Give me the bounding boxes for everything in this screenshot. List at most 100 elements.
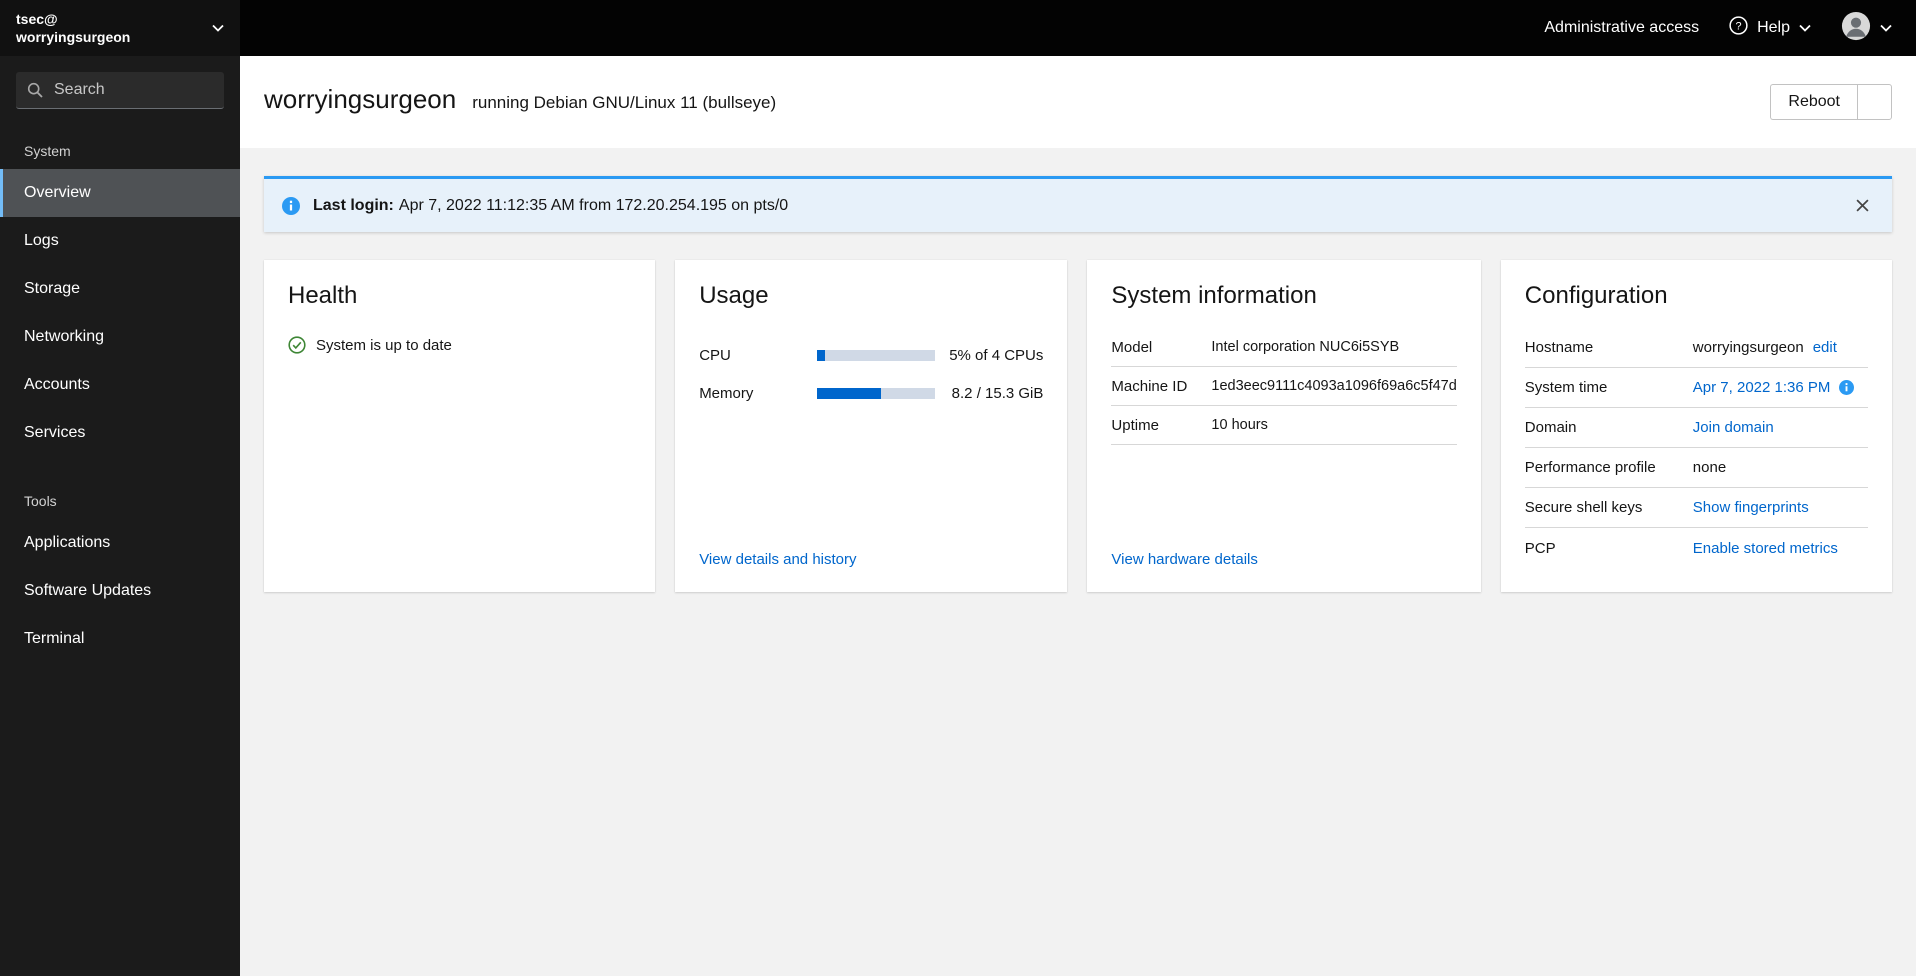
view-hardware-details-link[interactable]: View hardware details: [1111, 551, 1456, 568]
cpu-progress-fill: [817, 349, 826, 361]
chevron-down-icon: [1880, 24, 1892, 32]
sidebar-nav: System Overview Logs Storage Networking …: [0, 125, 240, 663]
enable-stored-metrics-link[interactable]: Enable stored metrics: [1693, 540, 1838, 557]
nav-section-system: System: [24, 143, 71, 159]
username-text: tsec@: [16, 10, 58, 27]
avatar-icon: [1841, 11, 1871, 46]
health-status-text: System is up to date: [316, 336, 452, 354]
close-icon[interactable]: [1851, 194, 1874, 217]
session-menu[interactable]: [1841, 11, 1892, 46]
system-time-label: System time: [1524, 379, 1608, 396]
health-status-row: System is up to date: [288, 336, 631, 354]
chevron-down-icon: [1869, 99, 1880, 106]
check-circle-icon: [288, 336, 306, 354]
sidebar-item-applications[interactable]: Applications: [0, 519, 240, 567]
svg-text:?: ?: [1736, 20, 1742, 32]
search-icon: [27, 82, 43, 98]
view-details-history-link[interactable]: View details and history: [699, 551, 1043, 568]
overview-cards: Health System is up to date Usage CPU 5%…: [264, 260, 1892, 592]
configuration-card-title: Configuration: [1524, 282, 1668, 309]
reboot-button[interactable]: Reboot: [1770, 84, 1857, 120]
memory-label: Memory: [699, 384, 754, 402]
usage-card-title: Usage: [699, 282, 769, 309]
nav-section-tools: Tools: [24, 493, 57, 509]
performance-profile-label: Performance profile: [1524, 459, 1656, 476]
secure-shell-keys-label: Secure shell keys: [1524, 499, 1643, 516]
sidebar-item-logs[interactable]: Logs: [0, 217, 240, 265]
cpu-usage-value: 5% of 4 CPUs: [949, 346, 1044, 364]
hostname-row: Hostname worryingsurgeon edit: [1524, 328, 1868, 368]
show-fingerprints-link[interactable]: Show fingerprints: [1693, 499, 1809, 516]
question-circle-icon: ?: [1729, 16, 1748, 40]
last-login-text: Last login: Apr 7, 2022 11:12:35 AM from …: [313, 197, 1838, 215]
model-label: Model: [1111, 338, 1153, 356]
machine-id-row: Machine ID 1ed3eec9111c4093a1096f69a6c5f…: [1111, 367, 1457, 406]
user-host-menu[interactable]: tsec@ worryingsurgeon: [0, 0, 240, 56]
domain-row: Domain Join domain: [1524, 408, 1868, 448]
machine-id-value: 1ed3eec9111c4093a1096f69a6c5f47d: [1211, 378, 1457, 394]
cpu-label: CPU: [699, 346, 731, 364]
page-title: worryingsurgeon: [264, 84, 457, 114]
sidebar-item-storage[interactable]: Storage: [0, 265, 240, 313]
sidebar-item-services[interactable]: Services: [0, 409, 240, 457]
host-actions: Reboot: [1770, 84, 1892, 120]
last-login-alert: Last login: Apr 7, 2022 11:12:35 AM from …: [264, 176, 1892, 232]
sidebar-item-accounts[interactable]: Accounts: [0, 361, 240, 409]
app-root: tsec@ worryingsurgeon System Overview Lo…: [0, 0, 1916, 976]
machine-id-label: Machine ID: [1111, 377, 1188, 395]
hostname-label: Hostname: [1524, 339, 1594, 356]
uptime-label: Uptime: [1111, 416, 1159, 434]
edit-hostname-link[interactable]: edit: [1813, 339, 1837, 356]
reboot-menu-toggle[interactable]: [1857, 84, 1892, 120]
uptime-value: 10 hours: [1211, 417, 1268, 433]
sidebar-item-overview[interactable]: Overview: [0, 169, 240, 217]
system-time-link[interactable]: Apr 7, 2022 1:36 PM: [1693, 379, 1831, 396]
chevron-down-icon: [1799, 24, 1811, 32]
pcp-label: PCP: [1524, 539, 1556, 557]
topbar: Administrative access ? Help: [240, 0, 1916, 56]
health-card: Health System is up to date: [264, 260, 656, 592]
uptime-row: Uptime 10 hours: [1111, 406, 1457, 445]
administrative-access-button[interactable]: Administrative access: [1544, 19, 1699, 37]
info-icon: [1839, 380, 1855, 395]
configuration-table: Hostname worryingsurgeon edit System tim…: [1524, 328, 1868, 568]
search-input[interactable]: [52, 80, 213, 100]
sidebar: tsec@ worryingsurgeon System Overview Lo…: [0, 0, 240, 976]
pcp-row: PCP Enable stored metrics: [1525, 528, 1868, 568]
configuration-card: Configuration Hostname worryingsurgeon e…: [1500, 260, 1892, 592]
search-box: [16, 72, 224, 109]
chevron-down-icon: [212, 24, 224, 32]
help-label: Help: [1757, 19, 1790, 36]
domain-label: Domain: [1524, 419, 1577, 436]
memory-progress-fill: [817, 387, 881, 399]
performance-profile-row: Performance profile none: [1524, 448, 1868, 488]
system-information-table: Model Intel corporation NUC6i5SYB Machin…: [1111, 328, 1457, 445]
cpu-progress-bar: [817, 349, 936, 361]
help-menu[interactable]: ? Help: [1729, 16, 1811, 40]
system-time-row: System time Apr 7, 2022 1:36 PM: [1524, 368, 1868, 408]
memory-usage-value: 8.2 / 15.3 GiB: [951, 384, 1044, 402]
page-content: Last login: Apr 7, 2022 11:12:35 AM from …: [240, 148, 1916, 976]
page-header: worryingsurgeon running Debian GNU/Linux…: [240, 56, 1916, 148]
main-area: Administrative access ? Help worryingsur…: [240, 0, 1916, 976]
secure-shell-keys-row: Secure shell keys Show fingerprints: [1524, 488, 1868, 528]
sidebar-item-software-updates[interactable]: Software Updates: [0, 567, 240, 615]
last-login-value: Apr 7, 2022 11:12:35 AM from 172.20.254.…: [398, 196, 789, 214]
model-row: Model Intel corporation NUC6i5SYB: [1111, 328, 1457, 367]
info-icon: [282, 196, 300, 215]
hostname-value: worryingsurgeon: [1692, 339, 1804, 356]
usage-rows: CPU 5% of 4 CPUs Memory 8.2 / 15.3 GiB: [699, 336, 1043, 412]
system-information-card-title: System information: [1111, 282, 1317, 309]
join-domain-link[interactable]: Join domain: [1693, 419, 1774, 436]
hostname-text: worryingsurgeon: [16, 29, 131, 45]
performance-profile-value: none: [1692, 459, 1727, 476]
system-information-card: System information Model Intel corporati…: [1087, 260, 1481, 592]
model-value: Intel corporation NUC6i5SYB: [1211, 339, 1400, 355]
sidebar-item-terminal[interactable]: Terminal: [0, 615, 240, 663]
cpu-usage-row: CPU 5% of 4 CPUs: [699, 336, 1043, 374]
memory-usage-row: Memory 8.2 / 15.3 GiB: [699, 374, 1043, 412]
last-login-label: Last login:: [313, 196, 394, 214]
memory-progress-bar: [817, 387, 936, 399]
os-release-text: running Debian GNU/Linux 11 (bullseye): [472, 93, 777, 112]
sidebar-item-networking[interactable]: Networking: [0, 313, 240, 361]
